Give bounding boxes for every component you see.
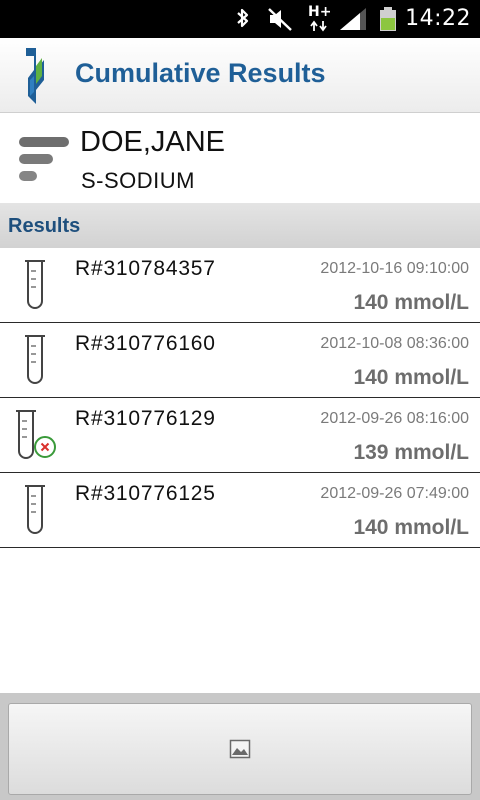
page-title: Cumulative Results	[75, 58, 326, 88]
patient-summary-icon	[19, 137, 69, 181]
rejected-badge-icon	[34, 436, 56, 458]
patient-header: DOE,JANE S-SODIUM	[0, 113, 480, 203]
graph-button[interactable]	[8, 703, 472, 795]
bottom-action-bar	[0, 693, 480, 800]
results-list: R#310784357 2012-10-16 09:10:00 140 mmol…	[0, 248, 480, 548]
graph-image-icon	[229, 739, 251, 759]
section-title: Results	[8, 215, 81, 237]
test-tube-icon	[25, 485, 45, 534]
result-value: 139 mmol/L	[353, 441, 469, 464]
test-name: S-SODIUM	[81, 168, 195, 193]
result-row[interactable]: R#310784357 2012-10-16 09:10:00 140 mmol…	[0, 248, 480, 323]
result-value: 140 mmol/L	[353, 291, 469, 314]
results-section-header: Results	[0, 203, 480, 248]
result-row[interactable]: R#310776160 2012-10-08 08:36:00 140 mmol…	[0, 323, 480, 398]
data-arrows-icon	[310, 20, 327, 32]
test-tube-icon	[25, 335, 45, 384]
result-number: R#310776125	[75, 482, 216, 505]
result-datetime: 2012-10-16 09:10:00	[320, 260, 469, 277]
clock: 14:22	[405, 6, 471, 31]
result-number: R#310776129	[75, 407, 216, 430]
battery-icon	[380, 7, 396, 31]
hplus-data-icon: H+	[306, 4, 332, 32]
result-datetime: 2012-09-26 07:49:00	[320, 485, 469, 502]
lab-logo[interactable]	[22, 46, 50, 106]
signal-icon	[340, 8, 366, 30]
result-number: R#310776160	[75, 332, 216, 355]
status-bar: H+ 14:22	[0, 0, 480, 38]
result-datetime: 2012-09-26 08:16:00	[320, 410, 469, 427]
result-value: 140 mmol/L	[353, 516, 469, 539]
result-row[interactable]: R#310776125 2012-09-26 07:49:00 140 mmol…	[0, 473, 480, 548]
patient-name: DOE,JANE	[80, 126, 226, 158]
test-tube-icon	[25, 260, 45, 309]
network-type-label: H+	[308, 4, 332, 20]
result-number: R#310784357	[75, 257, 216, 280]
bluetooth-icon	[237, 8, 249, 28]
app-title-bar: Cumulative Results	[0, 38, 480, 113]
result-datetime: 2012-10-08 08:36:00	[320, 335, 469, 352]
result-row[interactable]: R#310776129 2012-09-26 08:16:00 139 mmol…	[0, 398, 480, 473]
result-value: 140 mmol/L	[353, 366, 469, 389]
mute-icon	[268, 8, 292, 31]
